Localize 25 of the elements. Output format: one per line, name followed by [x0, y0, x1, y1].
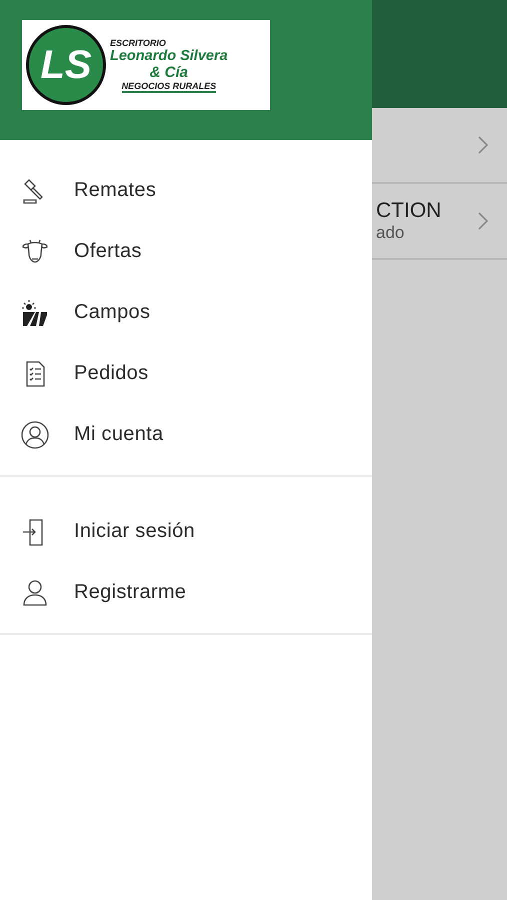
logo-name: & Cía: [150, 64, 188, 80]
account-icon: [20, 420, 50, 450]
menu-item[interactable]: Registrarme: [0, 562, 372, 623]
menu-label: Pedidos: [74, 362, 148, 385]
menu-item[interactable]: Mi cuenta: [0, 404, 372, 465]
menu-item[interactable]: Iniciar sesión: [0, 501, 372, 562]
menu-item[interactable]: Pedidos: [0, 343, 372, 404]
menu-item[interactable]: Ofertas: [0, 221, 372, 282]
logo-tagline: NEGOCIOS RURALES: [122, 80, 216, 92]
menu-label: Iniciar sesión: [74, 520, 195, 543]
logo-name: Leonardo Silvera: [110, 48, 228, 64]
chevron-icon: [477, 135, 489, 155]
menu-label: Mi cuenta: [74, 423, 164, 446]
field-icon: [20, 298, 50, 328]
row-subtitle: ado: [376, 223, 406, 243]
row-title: CTION: [376, 199, 442, 223]
menu-item[interactable]: Remates: [0, 160, 372, 221]
logo-text: ESCRITORIO: [110, 38, 166, 48]
logo-monogram: LS: [40, 42, 92, 88]
chevron-icon: [477, 211, 489, 231]
menu-label: Remates: [74, 179, 156, 202]
menu-label: Ofertas: [74, 240, 142, 263]
menu-label: Campos: [74, 301, 150, 324]
menu-label: Registrarme: [74, 581, 186, 604]
menu-item[interactable]: Campos: [0, 282, 372, 343]
